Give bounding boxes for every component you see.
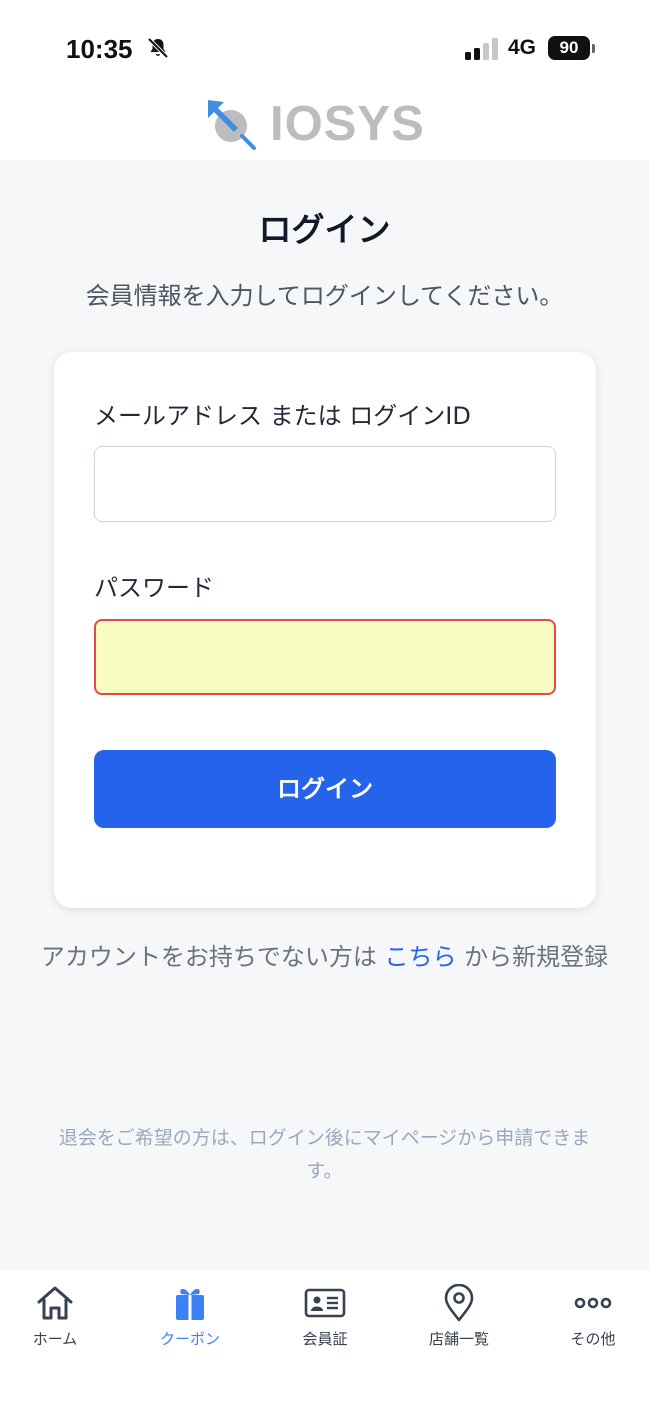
register-link[interactable]: こちら bbox=[385, 943, 457, 971]
page-title: ログイン bbox=[258, 210, 391, 249]
tab-coupon-label: クーポン bbox=[159, 1330, 220, 1348]
home-icon bbox=[37, 1286, 73, 1320]
login-card: メールアドレス または ログインID パスワード ログイン bbox=[54, 352, 596, 908]
tab-stores[interactable]: 店舗一覧 bbox=[404, 1284, 514, 1349]
battery-level: 90 bbox=[548, 36, 590, 60]
withdrawal-note: 退会をご希望の方は、ログイン後にマイページから申請できます。 bbox=[58, 1127, 591, 1182]
more-icon bbox=[574, 1297, 612, 1309]
page-subtitle: 会員情報を入力してログインしてください。 bbox=[85, 282, 564, 310]
network-type: 4G bbox=[508, 36, 537, 59]
battery-tip bbox=[592, 44, 595, 53]
app-logo: IOSYS bbox=[204, 96, 444, 152]
password-field[interactable] bbox=[94, 619, 556, 695]
member-card-icon bbox=[304, 1288, 346, 1318]
tab-more-label: その他 bbox=[570, 1330, 616, 1348]
register-prompt: アカウントをお持ちでない方は こちら から新規登録 bbox=[40, 936, 609, 978]
map-pin-icon bbox=[444, 1284, 474, 1322]
tab-stores-label: 店舗一覧 bbox=[428, 1330, 489, 1348]
email-field[interactable] bbox=[94, 446, 556, 522]
email-label: メールアドレス または ログインID bbox=[94, 402, 471, 430]
tab-member-card-label: 会員証 bbox=[302, 1330, 348, 1348]
tab-member-card[interactable]: 会員証 bbox=[270, 1284, 380, 1349]
gift-icon bbox=[176, 1288, 204, 1320]
register-suffix: から新規登録 bbox=[464, 943, 609, 971]
tab-more[interactable]: その他 bbox=[538, 1284, 648, 1349]
login-button[interactable]: ログイン bbox=[94, 750, 556, 828]
signal-icon bbox=[465, 38, 498, 60]
tab-bar: ホーム クーポン 会員証 店舗一覧 その他 bbox=[0, 1270, 649, 1407]
header: 10:35 4G 90 IOSYS bbox=[0, 0, 649, 160]
logo-text: IOSYS bbox=[270, 97, 425, 151]
password-label: パスワード bbox=[94, 574, 214, 602]
tab-coupon[interactable]: クーポン bbox=[135, 1284, 245, 1349]
logo-mark-icon bbox=[208, 100, 256, 150]
tab-home[interactable]: ホーム bbox=[0, 1284, 110, 1349]
tab-home-label: ホーム bbox=[32, 1330, 78, 1348]
register-prefix: アカウントをお持ちでない方は bbox=[40, 943, 377, 971]
bell-muted-icon bbox=[147, 37, 169, 59]
status-time: 10:35 bbox=[66, 34, 133, 64]
